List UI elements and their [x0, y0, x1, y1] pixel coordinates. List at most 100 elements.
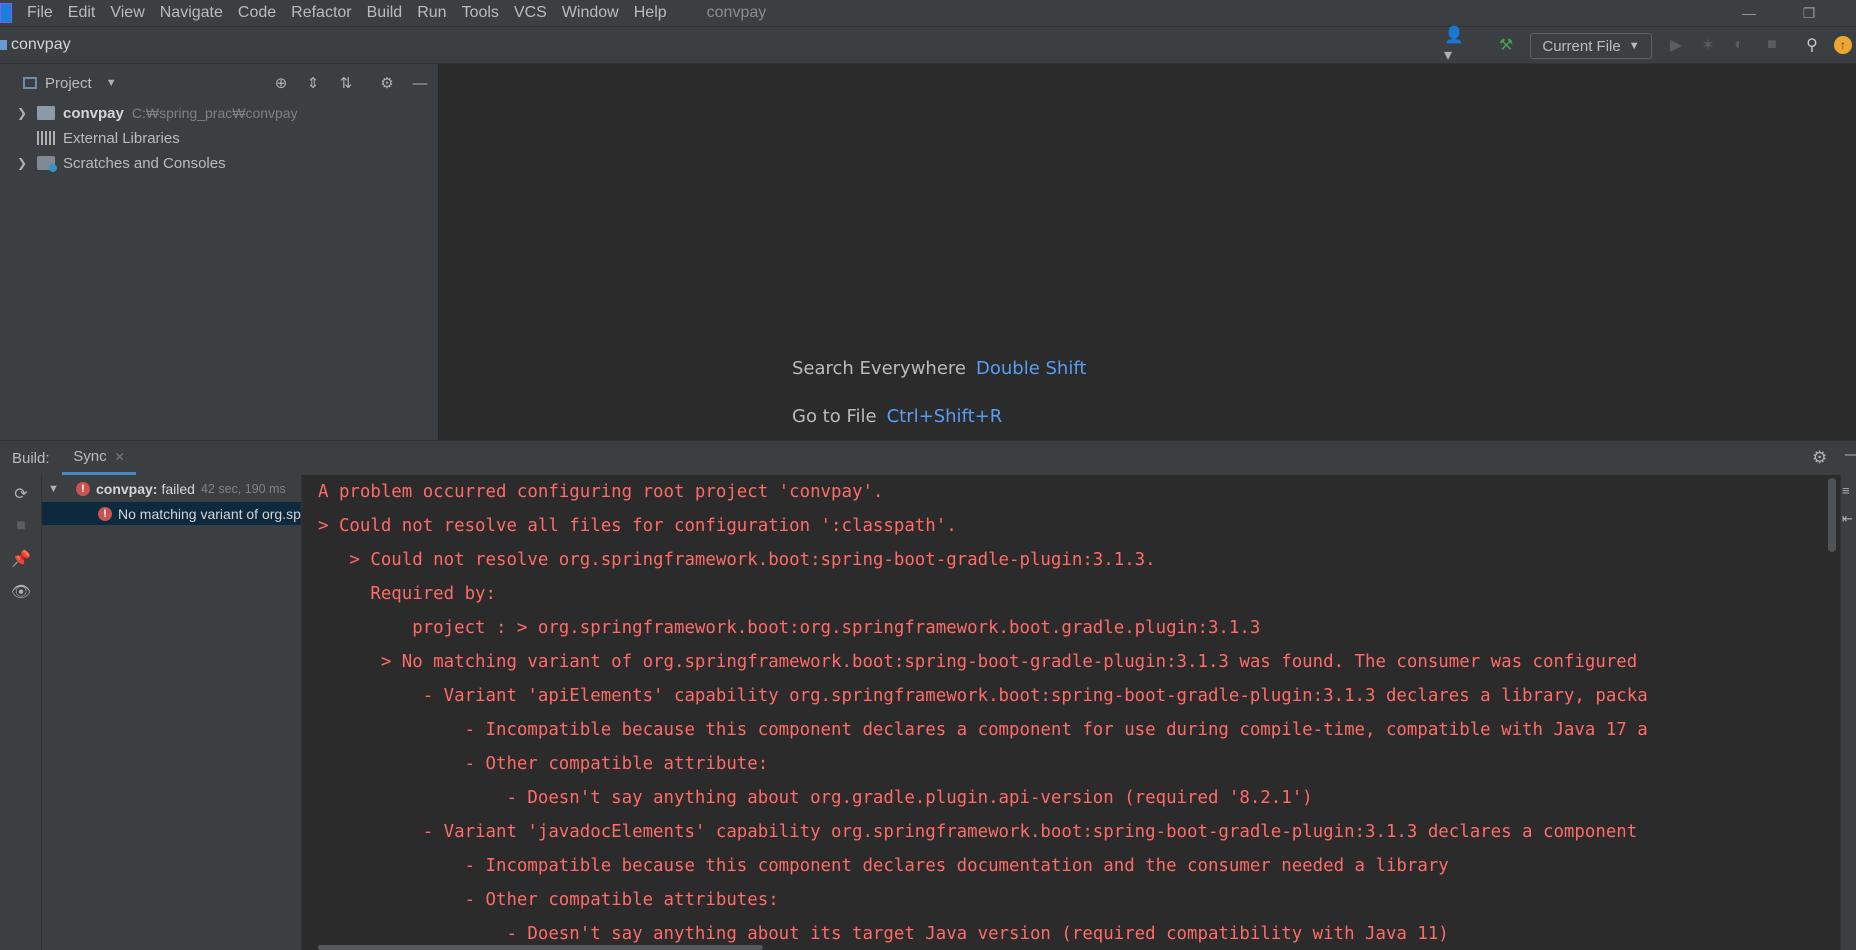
- intellij-logo-icon: [0, 3, 12, 23]
- console-line: > Could not resolve all files for config…: [318, 516, 957, 536]
- chevron-right-icon[interactable]: ❯: [15, 106, 29, 120]
- restore-icon[interactable]: ❐: [1786, 0, 1832, 26]
- soft-wrap-icon[interactable]: ≡: [1842, 483, 1850, 498]
- build-root-status: failed: [161, 481, 195, 497]
- run-configuration-dropdown[interactable]: Current File ▼: [1530, 33, 1652, 59]
- folder-icon: [0, 40, 7, 50]
- coverage-icon[interactable]: ◐: [1728, 34, 1750, 56]
- project-view-icon: [23, 77, 37, 89]
- project-panel-header: Project ▼: [5, 64, 438, 102]
- menu-refactor[interactable]: Refactor: [291, 4, 351, 22]
- run-icon[interactable]: ▶: [1665, 34, 1687, 56]
- menu-help[interactable]: Help: [634, 4, 667, 22]
- menu-tools[interactable]: Tools: [462, 4, 499, 22]
- menu-bar: File Edit View Navigate Code Refactor Bu…: [0, 0, 1856, 27]
- gear-icon[interactable]: ⚙: [377, 73, 397, 93]
- refresh-icon[interactable]: ⟳: [10, 483, 32, 505]
- library-icon: [37, 131, 55, 145]
- hint-shortcut: Ctrl+Shift+R: [886, 406, 1003, 427]
- scratches-icon: [37, 156, 57, 172]
- gear-icon[interactable]: ⚙: [1812, 448, 1827, 468]
- navigation-bar: convpay 👤▾ ⚒ Current File ▼ ▶ ✶ ◐ ■ ⚲ ↑: [0, 27, 1856, 64]
- console-line: - Variant 'javadocElements' capability o…: [318, 822, 1638, 842]
- console-line: - Incompatible because this component de…: [318, 720, 1648, 740]
- build-panel-title: Build:: [12, 449, 50, 467]
- pin-icon[interactable]: 📌: [10, 548, 32, 570]
- tree-item-scratches[interactable]: ❯ Scratches and Consoles: [5, 151, 438, 175]
- console-line: Required by:: [318, 584, 496, 604]
- expand-all-icon[interactable]: ⇕: [303, 73, 323, 93]
- collapse-all-icon[interactable]: ⇅: [336, 73, 356, 93]
- menu-vcs[interactable]: VCS: [514, 4, 547, 22]
- build-console-output[interactable]: A problem occurred configuring root proj…: [302, 475, 1826, 950]
- chevron-down-icon[interactable]: ▼: [106, 77, 117, 89]
- menu-window[interactable]: Window: [562, 4, 619, 22]
- console-line: project : > org.springframework.boot:org…: [318, 618, 1261, 638]
- hide-icon[interactable]: —: [1845, 446, 1856, 463]
- tree-item-label: External Libraries: [63, 129, 180, 147]
- run-configuration-label: Current File: [1542, 37, 1621, 55]
- console-actions-strip: ≡ ⇤: [1840, 475, 1856, 950]
- tree-item-convpay[interactable]: ❯ convpay C:₩spring_prac₩convpay: [5, 101, 438, 125]
- console-scrollbar-thumb[interactable]: [1828, 478, 1836, 552]
- console-line: - Doesn't say anything about its target …: [318, 924, 1449, 944]
- tab-label: Sync: [73, 448, 107, 465]
- tree-item-label: Scratches and Consoles: [63, 154, 226, 172]
- console-line: - Other compatible attribute:: [318, 754, 769, 774]
- search-everywhere-hint: Search Everywhere Double Shift: [792, 358, 1086, 379]
- error-icon: !: [76, 482, 90, 496]
- console-line: A problem occurred configuring root proj…: [318, 482, 884, 502]
- search-icon[interactable]: ⚲: [1801, 34, 1823, 56]
- go-to-file-hint: Go to File Ctrl+Shift+R: [792, 406, 1002, 427]
- locate-icon[interactable]: ⊕: [271, 73, 291, 93]
- build-tree: ▼ ! convpay: failed 42 sec, 190 ms ! No …: [42, 475, 302, 950]
- project-panel-title[interactable]: Project: [45, 75, 92, 92]
- build-toolbar: ⟳ ■ 📌 👁: [0, 475, 42, 950]
- breadcrumb[interactable]: convpay: [0, 27, 71, 63]
- console-line: > Could not resolve org.springframework.…: [318, 550, 1156, 570]
- eye-icon[interactable]: 👁: [10, 581, 32, 603]
- stop-icon[interactable]: ■: [10, 515, 32, 537]
- build-panel-header: Build: Sync ✕ ⚙ —: [0, 440, 1856, 476]
- stop-icon[interactable]: ■: [1761, 34, 1783, 56]
- tree-item-label: convpay: [63, 104, 124, 122]
- scroll-to-end-icon[interactable]: ⇤: [1842, 511, 1853, 527]
- build-tree-error-item[interactable]: ! No matching variant of org.springframe…: [42, 502, 301, 525]
- menu-build[interactable]: Build: [367, 4, 403, 22]
- build-root-name: convpay:: [96, 481, 158, 497]
- build-tree-root[interactable]: ▼ ! convpay: failed 42 sec, 190 ms: [48, 477, 286, 501]
- build-hammer-icon[interactable]: ⚒: [1495, 34, 1517, 56]
- minimize-icon[interactable]: —: [1726, 0, 1772, 26]
- hint-shortcut: Double Shift: [976, 358, 1087, 379]
- menu-file[interactable]: File: [27, 4, 53, 22]
- tree-item-path: C:₩spring_prac₩convpay: [131, 105, 298, 121]
- project-panel: Project ▼ ⊕ ⇕ ⇅ ⚙ — ❯ convpay C:₩spring_…: [0, 64, 439, 440]
- console-line: - Other compatible attributes:: [318, 890, 779, 910]
- chevron-down-icon[interactable]: ▼: [48, 483, 62, 495]
- build-error-message: No matching variant of org.springframewo…: [118, 505, 302, 522]
- tab-sync[interactable]: Sync ✕: [62, 441, 136, 475]
- console-line: > No matching variant of org.springframe…: [318, 652, 1638, 672]
- breadcrumb-project[interactable]: convpay: [11, 36, 71, 54]
- account-icon[interactable]: 👤▾: [1444, 27, 1466, 64]
- console-line: - Variant 'apiElements' capability org.s…: [318, 686, 1648, 706]
- update-icon[interactable]: ↑: [1834, 36, 1852, 54]
- close-icon[interactable]: ✕: [115, 450, 125, 464]
- hint-action: Search Everywhere: [792, 358, 966, 379]
- chevron-right-icon[interactable]: ❯: [15, 156, 29, 170]
- window-title: convpay: [706, 4, 767, 21]
- editor-area[interactable]: Search Everywhere Double Shift Go to File…: [439, 64, 1856, 440]
- module-folder-icon: [37, 106, 55, 120]
- menu-view[interactable]: View: [110, 4, 144, 22]
- menu-edit[interactable]: Edit: [68, 4, 96, 22]
- menu-run[interactable]: Run: [417, 4, 446, 22]
- debug-icon[interactable]: ✶: [1697, 34, 1719, 56]
- hint-action: Go to File: [792, 406, 877, 427]
- tree-item-external-libraries[interactable]: External Libraries: [5, 126, 438, 150]
- console-line: - Incompatible because this component de…: [318, 856, 1449, 876]
- hide-icon[interactable]: —: [410, 73, 430, 93]
- menu-code[interactable]: Code: [238, 4, 276, 22]
- menu-navigate[interactable]: Navigate: [160, 4, 223, 22]
- build-root-time: 42 sec, 190 ms: [200, 482, 286, 496]
- console-horizontal-scrollbar[interactable]: [318, 945, 763, 950]
